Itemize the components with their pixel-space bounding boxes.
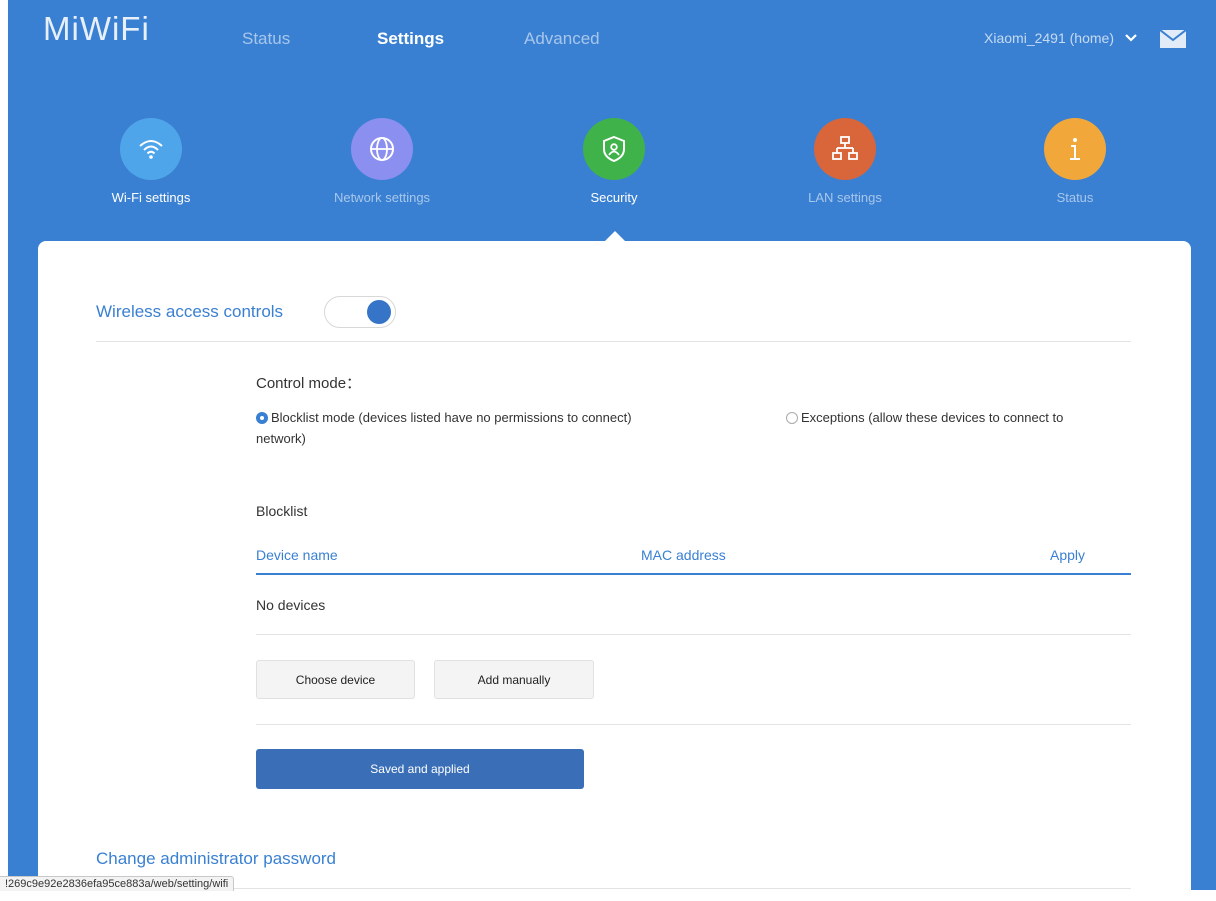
toggle-knob — [367, 300, 391, 324]
category-status[interactable]: Status — [1000, 118, 1150, 205]
save-apply-button[interactable]: Saved and applied — [256, 749, 584, 789]
radio-blocklist-mode[interactable] — [256, 412, 268, 424]
category-lan-settings[interactable]: LAN settings — [770, 118, 920, 205]
category-wifi-settings[interactable]: Wi-Fi settings — [76, 118, 226, 205]
category-label: Wi-Fi settings — [111, 190, 191, 205]
browser-status-url: !269c9e92e2836efa95ce883a/web/setting/wi… — [0, 876, 235, 891]
active-tab-pointer — [603, 231, 627, 243]
settings-panel — [38, 241, 1191, 901]
exceptions-mode-label: Exceptions (allow these devices to conne… — [801, 410, 1064, 425]
globe-icon — [351, 118, 413, 180]
radio-exceptions-mode[interactable] — [786, 412, 798, 424]
info-icon — [1044, 118, 1106, 180]
blocklist-mode-label-cont: network) — [256, 431, 306, 446]
control-mode-label: Control mode： — [256, 375, 362, 392]
blocklist-mode-label: Blocklist mode (devices listed have no p… — [271, 410, 632, 425]
empty-list-text: No devices — [256, 597, 326, 613]
blocklist-title: Blocklist — [256, 503, 308, 519]
miwifi-logo: MiWiFi — [43, 10, 150, 47]
category-label: LAN settings — [808, 190, 882, 205]
category-label: Network settings — [333, 190, 431, 205]
column-device-name: Device name — [256, 547, 338, 563]
nav-settings[interactable]: Settings — [377, 29, 444, 49]
router-name: Xiaomi_2491 (home) — [984, 30, 1114, 46]
table-header-underline — [256, 573, 1131, 575]
divider — [256, 634, 1131, 635]
network-tree-icon — [814, 118, 876, 180]
category-network-settings[interactable]: Network settings — [307, 118, 457, 205]
shield-icon — [583, 118, 645, 180]
divider — [96, 341, 1131, 342]
mail-icon[interactable] — [1160, 30, 1186, 48]
change-admin-password-title[interactable]: Change administrator password — [96, 849, 336, 869]
divider — [256, 724, 1131, 725]
router-selector[interactable]: Xiaomi_2491 (home) — [984, 30, 1138, 46]
nav-advanced[interactable]: Advanced — [524, 29, 600, 49]
choose-device-button[interactable]: Choose device — [256, 660, 415, 699]
wireless-access-toggle[interactable] — [324, 296, 396, 328]
nav-status[interactable]: Status — [242, 29, 290, 49]
divider — [96, 888, 1131, 889]
wifi-icon — [120, 118, 182, 180]
category-security[interactable]: Security — [539, 118, 689, 205]
column-apply: Apply — [1050, 547, 1086, 563]
chevron-down-icon — [1125, 34, 1137, 42]
wireless-access-controls-title: Wireless access controls — [96, 302, 284, 321]
category-label: Status — [1056, 190, 1094, 205]
category-label: Security — [590, 190, 638, 205]
column-mac-address: MAC address — [641, 547, 726, 563]
add-manually-button[interactable]: Add manually — [434, 660, 594, 699]
